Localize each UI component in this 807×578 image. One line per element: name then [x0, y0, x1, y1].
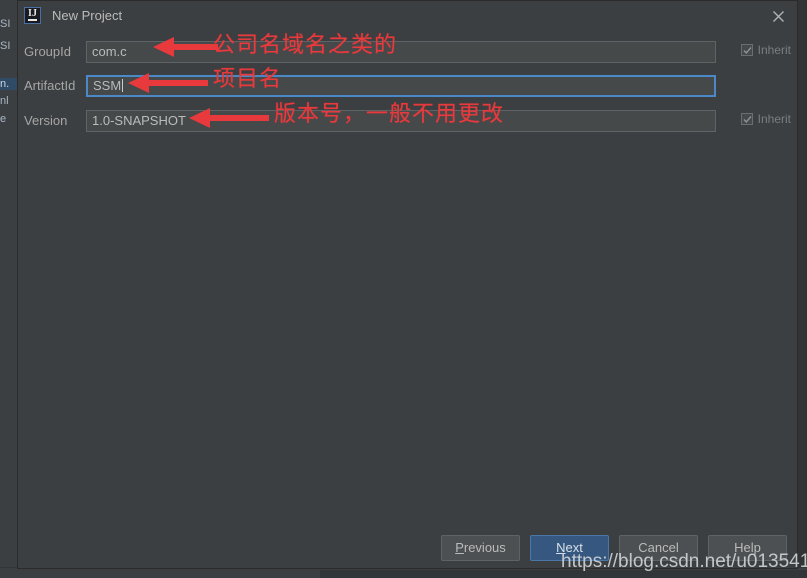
close-icon[interactable] [765, 5, 791, 27]
dialog-title: New Project [52, 8, 123, 23]
artifactid-label: ArtifactId [24, 78, 76, 93]
groupid-label: GroupId [24, 44, 71, 59]
form-row-groupid: GroupId com.c Inherit [18, 41, 797, 65]
version-label: Version [24, 113, 68, 128]
csdn-watermark: https://blog.csdn.net/u013541411 [561, 551, 807, 572]
background-text-fragment: SI [0, 40, 11, 52]
version-inherit-checkbox[interactable]: Inherit [740, 112, 791, 126]
artifactid-input[interactable]: SSM [86, 75, 716, 97]
groupid-inherit-label: Inherit [757, 43, 791, 57]
background-text-fragment: e [0, 113, 7, 125]
checkbox-checked-icon [740, 113, 753, 125]
background-ide-left-edge: SI SI n. nl e [0, 0, 18, 578]
dialog-titlebar: IJ New Project [18, 1, 797, 31]
new-project-dialog: IJ New Project GroupId com.c Inherit Art… [17, 0, 798, 569]
background-text-fragment-selected: n. [0, 78, 17, 90]
text-caret [122, 79, 124, 92]
intellij-idea-icon: IJ [24, 7, 41, 24]
groupid-input[interactable]: com.c [86, 41, 716, 63]
background-text-fragment: SI [0, 18, 11, 30]
previous-button-label-rest: revious [463, 540, 506, 555]
version-inherit-label: Inherit [757, 112, 791, 126]
groupid-inherit-checkbox[interactable]: Inherit [740, 43, 791, 57]
form-row-version: Version 1.0-SNAPSHOT Inherit [18, 110, 797, 134]
background-ide-right-edge [797, 0, 807, 578]
version-input[interactable]: 1.0-SNAPSHOT [86, 110, 716, 132]
artifactid-input-value: SSM [93, 78, 122, 93]
checkbox-checked-icon [740, 44, 753, 56]
previous-button[interactable]: Previous [441, 535, 520, 561]
background-project-tree: SI SI n. nl e [0, 0, 17, 578]
screen: SI SI n. nl e IJ New Project GroupId com… [0, 0, 807, 578]
form-row-artifactid: ArtifactId SSM [18, 75, 797, 99]
background-text-fragment: nl [0, 95, 9, 107]
